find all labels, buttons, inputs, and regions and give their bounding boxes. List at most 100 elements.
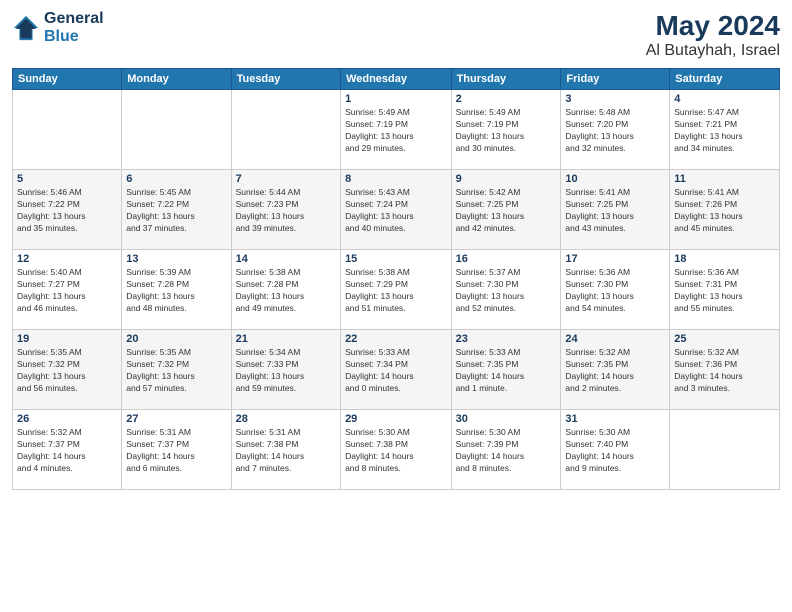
cell-w4-d3: 21 Sunrise: 5:34 AM Sunset: 7:33 PM Dayli… — [231, 330, 340, 410]
cell-w2-d6: 10Sunrise: 5:41 AM Sunset: 7:25 PM Dayli… — [561, 170, 670, 250]
day-number: 27 — [126, 413, 226, 425]
day-info: Sunrise: 5:49 AM Sunset: 7:19 PM Dayligh… — [456, 107, 557, 155]
day-number: 7 — [236, 173, 336, 185]
day-number: 31 — [565, 413, 665, 425]
week-row-3: 12 Sunrise: 5:40 AM Sunset: 7:27 PM Dayli… — [13, 250, 780, 330]
day-info: Sunrise: 5:40 AM Sunset: 7:27 PM Dayligh… — [17, 267, 117, 315]
cell-w2-d4: 8Sunrise: 5:43 AM Sunset: 7:24 PM Daylig… — [341, 170, 452, 250]
day-number: 5 — [17, 173, 117, 185]
day-number: 9 — [456, 173, 557, 185]
day-number: 3 — [565, 93, 665, 105]
logo-icon — [12, 14, 40, 42]
day-number: 29 — [345, 413, 447, 425]
week-row-1: 1Sunrise: 5:49 AM Sunset: 7:19 PM Daylig… — [13, 90, 780, 170]
day-info: Sunrise: 5:36 AM Sunset: 7:30 PM Dayligh… — [565, 267, 665, 315]
cell-w3-d4: 15 Sunrise: 5:38 AM Sunset: 7:29 PM Dayli… — [341, 250, 452, 330]
day-number: 22 — [345, 333, 447, 345]
cell-w4-d5: 23 Sunrise: 5:33 AM Sunset: 7:35 PM Dayli… — [451, 330, 561, 410]
day-info: Sunrise: 5:32 AM Sunset: 7:36 PM Dayligh… — [674, 347, 775, 395]
day-number: 18 — [674, 253, 775, 265]
day-info: Sunrise: 5:32 AM Sunset: 7:37 PM Dayligh… — [17, 427, 117, 475]
day-info: Sunrise: 5:33 AM Sunset: 7:35 PM Dayligh… — [456, 347, 557, 395]
week-row-2: 5 Sunrise: 5:46 AM Sunset: 7:22 PM Daylig… — [13, 170, 780, 250]
day-number: 23 — [456, 333, 557, 345]
cell-w5-d1: 26 Sunrise: 5:32 AM Sunset: 7:37 PM Dayli… — [13, 410, 122, 490]
day-number: 15 — [345, 253, 447, 265]
cell-w3-d7: 18 Sunrise: 5:36 AM Sunset: 7:31 PM Dayli… — [670, 250, 780, 330]
day-info: Sunrise: 5:41 AM Sunset: 7:26 PM Dayligh… — [674, 187, 775, 235]
day-number: 8 — [345, 173, 447, 185]
day-info: Sunrise: 5:35 AM Sunset: 7:32 PM Dayligh… — [126, 347, 226, 395]
day-info: Sunrise: 5:45 AM Sunset: 7:22 PM Dayligh… — [126, 187, 226, 235]
day-number: 12 — [17, 253, 117, 265]
cell-w5-d3: 28Sunrise: 5:31 AM Sunset: 7:38 PM Dayli… — [231, 410, 340, 490]
day-info: Sunrise: 5:36 AM Sunset: 7:31 PM Dayligh… — [674, 267, 775, 315]
day-number: 25 — [674, 333, 775, 345]
day-number: 16 — [456, 253, 557, 265]
day-number: 4 — [674, 93, 775, 105]
col-tuesday: Tuesday — [231, 69, 340, 90]
col-saturday: Saturday — [670, 69, 780, 90]
day-info: Sunrise: 5:47 AM Sunset: 7:21 PM Dayligh… — [674, 107, 775, 155]
title-block: May 2024 Al Butayhah, Israel — [646, 10, 780, 60]
location-title: Al Butayhah, Israel — [646, 42, 780, 60]
day-info: Sunrise: 5:31 AM Sunset: 7:37 PM Dayligh… — [126, 427, 226, 475]
month-title: May 2024 — [646, 10, 780, 42]
cell-w1-d2 — [122, 90, 231, 170]
day-info: Sunrise: 5:31 AM Sunset: 7:38 PM Dayligh… — [236, 427, 336, 475]
cell-w4-d2: 20 Sunrise: 5:35 AM Sunset: 7:32 PM Dayli… — [122, 330, 231, 410]
col-thursday: Thursday — [451, 69, 561, 90]
cell-w5-d5: 30 Sunrise: 5:30 AM Sunset: 7:39 PM Dayli… — [451, 410, 561, 490]
cell-w5-d2: 27 Sunrise: 5:31 AM Sunset: 7:37 PM Dayli… — [122, 410, 231, 490]
day-info: Sunrise: 5:35 AM Sunset: 7:32 PM Dayligh… — [17, 347, 117, 395]
cell-w1-d1 — [13, 90, 122, 170]
calendar-table: Sunday Monday Tuesday Wednesday Thursday… — [12, 68, 780, 490]
cell-w3-d5: 16 Sunrise: 5:37 AM Sunset: 7:30 PM Dayli… — [451, 250, 561, 330]
cell-w4-d6: 24 Sunrise: 5:32 AM Sunset: 7:35 PM Dayli… — [561, 330, 670, 410]
logo: General Blue — [12, 10, 104, 46]
cell-w5-d7 — [670, 410, 780, 490]
day-number: 30 — [456, 413, 557, 425]
day-number: 11 — [674, 173, 775, 185]
day-info: Sunrise: 5:37 AM Sunset: 7:30 PM Dayligh… — [456, 267, 557, 315]
day-info: Sunrise: 5:38 AM Sunset: 7:29 PM Dayligh… — [345, 267, 447, 315]
cell-w2-d7: 11 Sunrise: 5:41 AM Sunset: 7:26 PM Dayli… — [670, 170, 780, 250]
cell-w1-d6: 3 Sunrise: 5:48 AM Sunset: 7:20 PM Daylig… — [561, 90, 670, 170]
col-friday: Friday — [561, 69, 670, 90]
day-info: Sunrise: 5:41 AM Sunset: 7:25 PM Dayligh… — [565, 187, 665, 235]
day-info: Sunrise: 5:48 AM Sunset: 7:20 PM Dayligh… — [565, 107, 665, 155]
calendar-container: General Blue May 2024 Al Butayhah, Israe… — [0, 0, 792, 612]
cell-w1-d3 — [231, 90, 340, 170]
day-number: 26 — [17, 413, 117, 425]
day-number: 14 — [236, 253, 336, 265]
day-info: Sunrise: 5:46 AM Sunset: 7:22 PM Dayligh… — [17, 187, 117, 235]
day-info: Sunrise: 5:32 AM Sunset: 7:35 PM Dayligh… — [565, 347, 665, 395]
cell-w3-d6: 17Sunrise: 5:36 AM Sunset: 7:30 PM Dayli… — [561, 250, 670, 330]
day-number: 20 — [126, 333, 226, 345]
day-number: 24 — [565, 333, 665, 345]
cell-w2-d5: 9Sunrise: 5:42 AM Sunset: 7:25 PM Daylig… — [451, 170, 561, 250]
cell-w1-d5: 2 Sunrise: 5:49 AM Sunset: 7:19 PM Daylig… — [451, 90, 561, 170]
cell-w3-d2: 13Sunrise: 5:39 AM Sunset: 7:28 PM Dayli… — [122, 250, 231, 330]
cell-w4-d1: 19 Sunrise: 5:35 AM Sunset: 7:32 PM Dayli… — [13, 330, 122, 410]
day-info: Sunrise: 5:44 AM Sunset: 7:23 PM Dayligh… — [236, 187, 336, 235]
cell-w2-d1: 5 Sunrise: 5:46 AM Sunset: 7:22 PM Daylig… — [13, 170, 122, 250]
cell-w1-d4: 1Sunrise: 5:49 AM Sunset: 7:19 PM Daylig… — [341, 90, 452, 170]
day-number: 6 — [126, 173, 226, 185]
cell-w2-d2: 6 Sunrise: 5:45 AM Sunset: 7:22 PM Daylig… — [122, 170, 231, 250]
col-sunday: Sunday — [13, 69, 122, 90]
week-row-5: 26 Sunrise: 5:32 AM Sunset: 7:37 PM Dayli… — [13, 410, 780, 490]
cell-w1-d7: 4 Sunrise: 5:47 AM Sunset: 7:21 PM Daylig… — [670, 90, 780, 170]
col-wednesday: Wednesday — [341, 69, 452, 90]
day-info: Sunrise: 5:30 AM Sunset: 7:39 PM Dayligh… — [456, 427, 557, 475]
cell-w2-d3: 7 Sunrise: 5:44 AM Sunset: 7:23 PM Daylig… — [231, 170, 340, 250]
day-info: Sunrise: 5:38 AM Sunset: 7:28 PM Dayligh… — [236, 267, 336, 315]
day-info: Sunrise: 5:30 AM Sunset: 7:38 PM Dayligh… — [345, 427, 447, 475]
day-number: 19 — [17, 333, 117, 345]
day-info: Sunrise: 5:34 AM Sunset: 7:33 PM Dayligh… — [236, 347, 336, 395]
day-number: 21 — [236, 333, 336, 345]
day-number: 13 — [126, 253, 226, 265]
col-monday: Monday — [122, 69, 231, 90]
day-info: Sunrise: 5:49 AM Sunset: 7:19 PM Dayligh… — [345, 107, 447, 155]
day-number: 2 — [456, 93, 557, 105]
